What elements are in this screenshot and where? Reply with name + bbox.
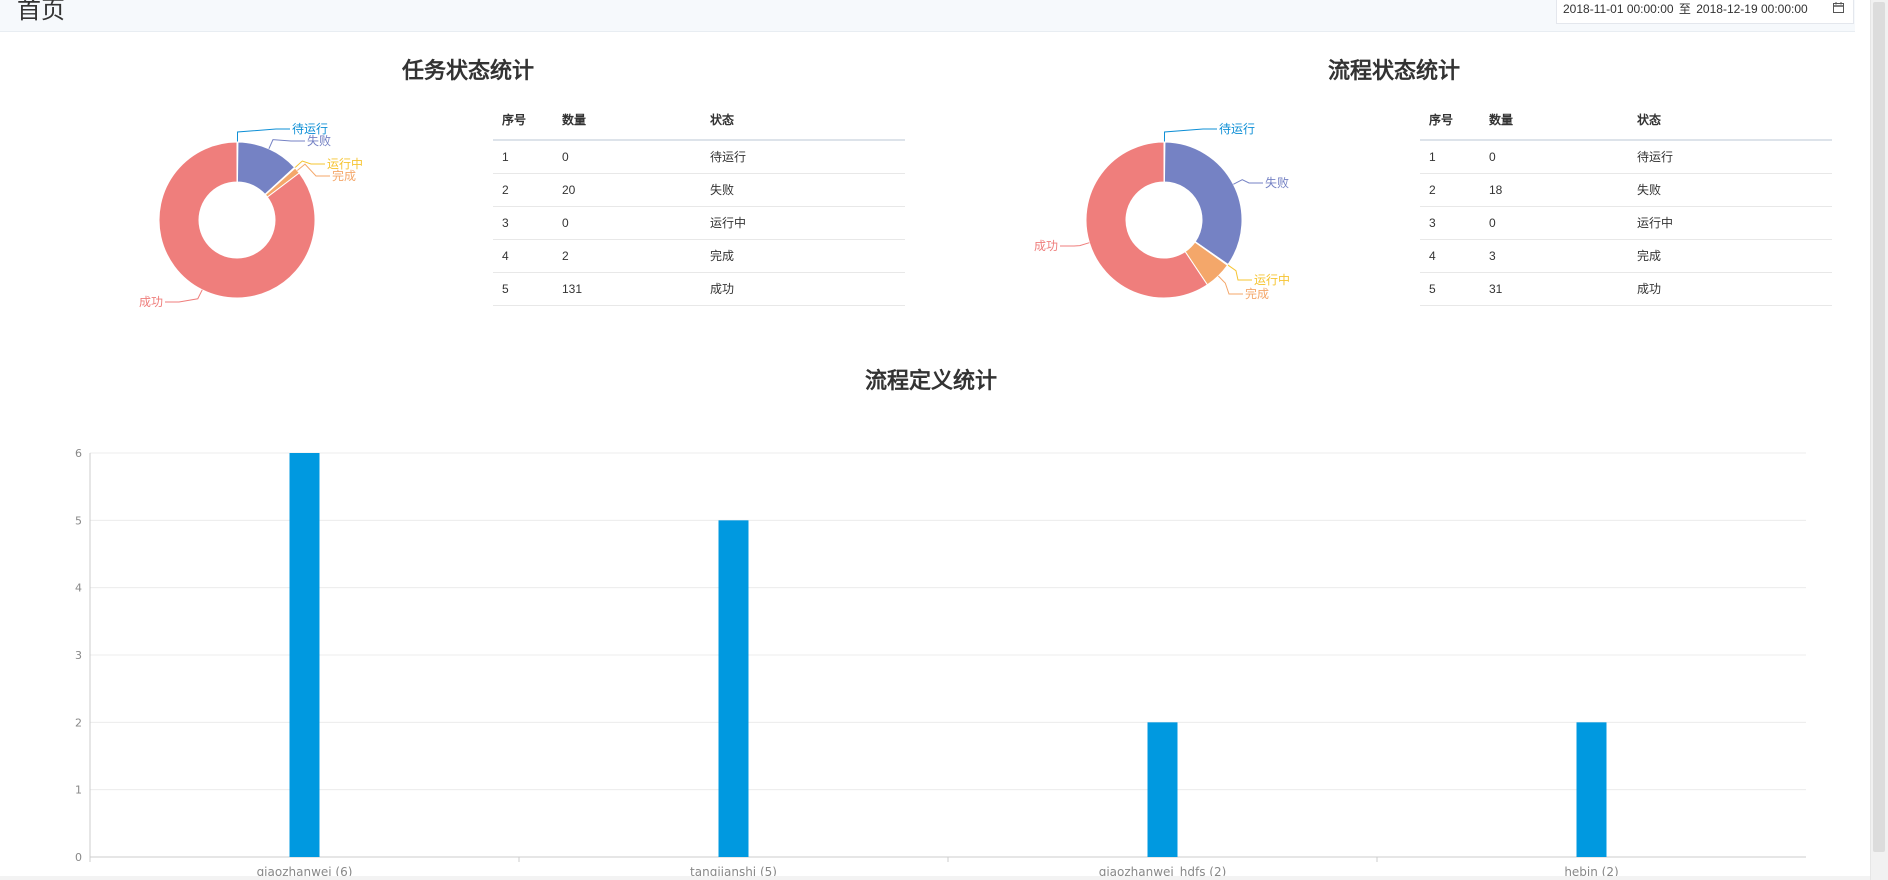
cell-status: 成功 — [701, 272, 905, 306]
cell-index: 1 — [1420, 140, 1480, 174]
cell-index: 5 — [1420, 272, 1480, 306]
bar — [289, 453, 320, 857]
cell-status: 待运行 — [701, 140, 905, 174]
table-row: 3 0 运行中 — [493, 206, 905, 240]
cell-index: 4 — [493, 239, 553, 273]
slice-leader-line — [296, 163, 330, 177]
slice-label: 完成 — [332, 168, 356, 183]
table-row: 1 0 待运行 — [1420, 140, 1832, 174]
slice-leader-line — [1060, 242, 1090, 247]
bar — [718, 520, 749, 857]
cell-index: 5 — [493, 272, 553, 306]
date-range-end: 2018-12-19 00:00:00 — [1696, 2, 1808, 16]
pie-slice — [1163, 141, 1243, 266]
cell-status: 完成 — [1628, 239, 1832, 273]
calendar-icon[interactable] — [1832, 1, 1845, 14]
table-header-row: 序号 数量 状态 — [1420, 100, 1832, 141]
column-header: 数量 — [553, 100, 701, 141]
cell-status: 失败 — [1628, 173, 1832, 207]
y-tick-label: 5 — [75, 514, 82, 527]
date-range-separator: 至 — [1678, 2, 1691, 16]
task-stats-table: 序号 数量 状态 1 0 待运行 2 20 失败 3 0 运行中 4 2 完成 5 131 成功 — [493, 100, 905, 306]
table-header-row: 序号 数量 状态 — [493, 100, 905, 141]
cell-status: 失败 — [701, 173, 905, 207]
cell-count: 0 — [553, 140, 701, 174]
slice-label: 失败 — [1265, 175, 1289, 190]
definition-stats-title: 流程定义统计 — [864, 368, 997, 393]
cell-count: 31 — [1480, 272, 1628, 306]
y-tick-label: 3 — [75, 649, 82, 662]
slice-leader-line — [1217, 275, 1243, 295]
page-title: 首页 — [17, 0, 65, 24]
column-header: 状态 — [1628, 100, 1832, 141]
slice-leader-line — [268, 139, 305, 150]
slice-leader-line — [1227, 264, 1252, 281]
column-header: 状态 — [701, 100, 905, 141]
slice-label: 失败 — [307, 133, 331, 148]
table-row: 4 2 完成 — [493, 239, 905, 273]
cell-status: 完成 — [701, 239, 905, 273]
slice-leader-line — [1163, 128, 1217, 143]
slice-label: 成功 — [139, 295, 163, 309]
slice-label: 待运行 — [1219, 122, 1255, 136]
cell-count: 0 — [1480, 206, 1628, 240]
cell-count: 2 — [553, 239, 701, 273]
table-row: 3 0 运行中 — [1420, 206, 1832, 240]
slice-label: 成功 — [1034, 239, 1058, 253]
slice-leader-line — [165, 289, 203, 303]
x-tick-label: qiaozhanwei (6) — [257, 865, 353, 876]
cell-index: 2 — [493, 173, 553, 207]
cell-status: 待运行 — [1628, 140, 1832, 174]
cell-count: 18 — [1480, 173, 1628, 207]
y-tick-label: 6 — [75, 447, 82, 460]
y-tick-label: 0 — [75, 851, 82, 864]
flow-stats-table: 序号 数量 状态 1 0 待运行 2 18 失败 3 0 运行中 4 3 完成 5 31 成功 — [1420, 100, 1832, 306]
bar — [1147, 722, 1178, 857]
y-tick-label: 2 — [75, 716, 82, 729]
flow-stats-title: 流程状态统计 — [1327, 58, 1460, 83]
table-row: 5 131 成功 — [493, 272, 905, 306]
cell-index: 3 — [493, 206, 553, 240]
cell-count: 0 — [553, 206, 701, 240]
date-range-picker[interactable]: 2018-11-01 00:00:00 至 2018-12-19 00:00:0… — [1556, 0, 1854, 24]
cell-index: 4 — [1420, 239, 1480, 273]
column-header: 序号 — [493, 100, 553, 141]
definition-bar-chart: 0 1 2 3 4 5 6 qiaozhanwei (6) tangjianshi (5) qia… — [75, 447, 1806, 876]
cell-count: 3 — [1480, 239, 1628, 273]
table-row: 2 20 失败 — [493, 173, 905, 207]
cell-count: 131 — [553, 272, 701, 306]
flow-status-donut-chart: 待运行失败运行中完成 成功 — [1034, 122, 1290, 301]
cell-count: 20 — [553, 173, 701, 207]
column-header: 序号 — [1420, 100, 1480, 141]
cell-status: 运行中 — [1628, 206, 1832, 240]
table-row: 4 3 完成 — [1420, 239, 1832, 273]
column-header: 数量 — [1480, 100, 1628, 141]
date-range-start: 2018-11-01 00:00:00 — [1563, 2, 1674, 16]
slice-leader-line — [294, 160, 325, 169]
task-stats-title: 任务状态统计 — [401, 58, 534, 83]
table-row: 5 31 成功 — [1420, 272, 1832, 306]
cell-count: 0 — [1480, 140, 1628, 174]
slice-label: 运行中 — [1254, 272, 1290, 287]
x-tick-label: tangjianshi (5) — [690, 865, 777, 876]
slice-leader-line — [1233, 179, 1263, 185]
bottom-strip — [0, 876, 1870, 880]
cell-status: 成功 — [1628, 272, 1832, 306]
slice-label: 完成 — [1245, 286, 1269, 301]
bar — [1576, 722, 1607, 857]
scrollbar-thumb[interactable] — [1873, 2, 1885, 852]
table-row: 1 0 待运行 — [493, 140, 905, 174]
cell-index: 2 — [1420, 173, 1480, 207]
cell-index: 3 — [1420, 206, 1480, 240]
x-tick-label: hebin (2) — [1564, 865, 1618, 876]
cell-status: 运行中 — [701, 206, 905, 240]
x-tick-label: qiaozhanwei_hdfs (2) — [1099, 865, 1227, 876]
cell-index: 1 — [493, 140, 553, 174]
task-status-donut-chart: 待运行失败运行中完成成功 — [139, 122, 363, 309]
y-tick-label: 4 — [75, 582, 82, 595]
y-tick-label: 1 — [75, 784, 82, 797]
table-row: 2 18 失败 — [1420, 173, 1832, 207]
